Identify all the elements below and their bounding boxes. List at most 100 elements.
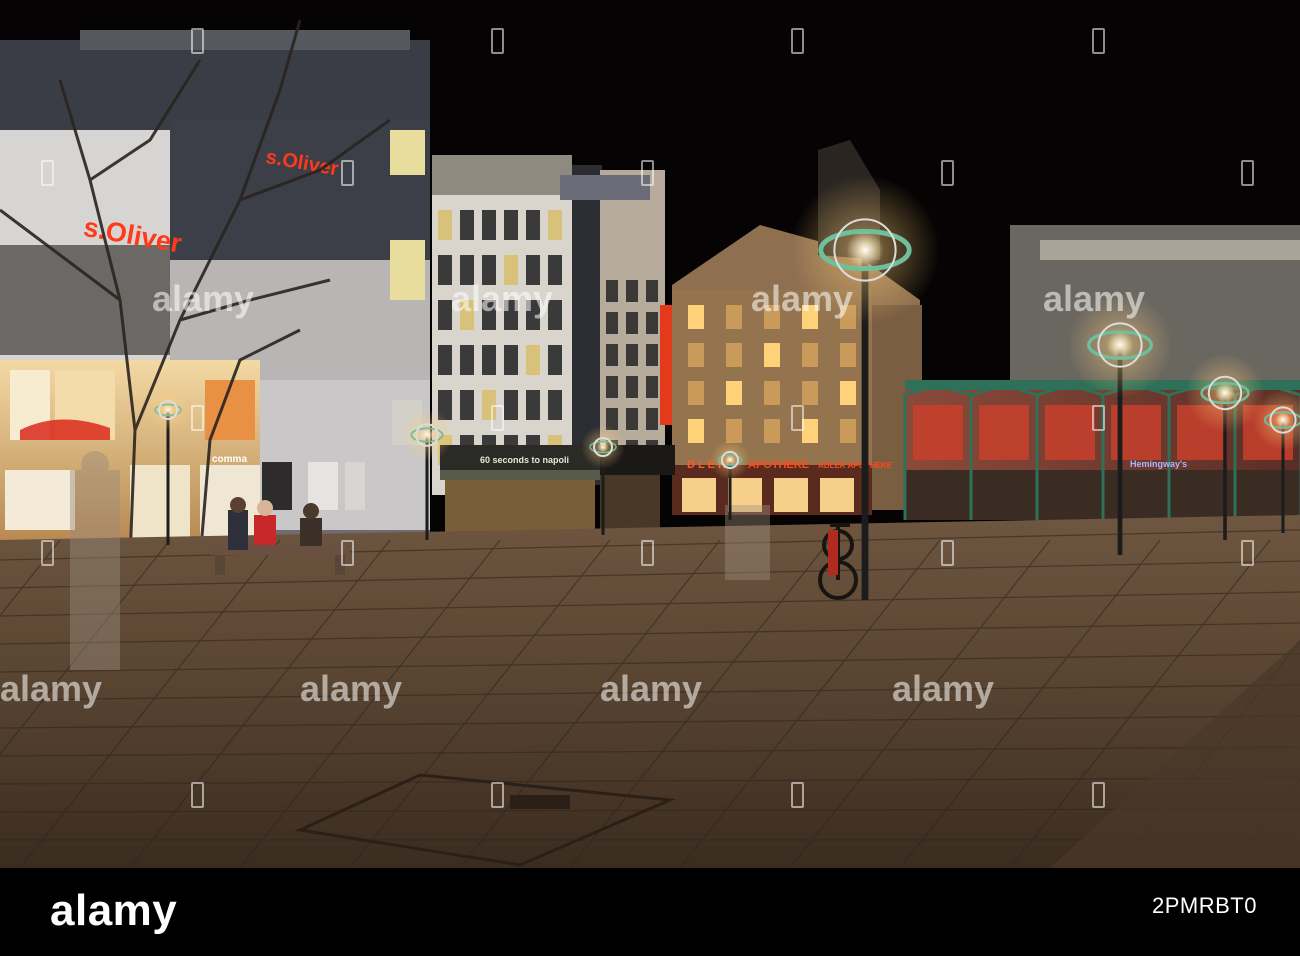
pharmacy-window	[840, 381, 856, 405]
watermark-mark-icon	[341, 540, 354, 566]
watermark-mark-icon	[191, 405, 204, 431]
pharmacy-window	[764, 343, 780, 367]
office-window	[646, 344, 658, 366]
office-window	[606, 312, 618, 334]
watermark-mark-icon	[1092, 405, 1105, 431]
lamp-bulb	[597, 441, 609, 453]
watermark-text: alamy	[892, 668, 995, 709]
watermark-mark-icon	[641, 540, 654, 566]
watermark-mark-icon	[191, 28, 204, 54]
watermark-mark-icon	[1241, 160, 1254, 186]
pharmacy-window	[802, 381, 818, 405]
watermark-mark-icon	[1092, 782, 1105, 808]
lamp-bulb	[725, 455, 735, 465]
office-window	[548, 210, 562, 240]
office-window	[504, 210, 518, 240]
watermark-mark-icon	[941, 540, 954, 566]
watermark-mark-icon	[41, 160, 54, 186]
pharmacy-shop-window	[774, 478, 808, 512]
cafe-sign: 60 seconds to napoli	[480, 455, 569, 465]
bar-sign: Hemingway's	[1130, 459, 1187, 469]
office-window	[626, 312, 638, 334]
drain-grate	[510, 795, 570, 809]
watermark-text: alamy	[152, 278, 255, 319]
pharmacy-window	[688, 419, 704, 443]
office-window	[438, 345, 452, 375]
watermark-mark-icon	[941, 160, 954, 186]
watermark-text: alamy	[451, 278, 554, 319]
watermark-mark-icon	[491, 28, 504, 54]
watermark-mark-icon	[791, 28, 804, 54]
lamp-bulb	[420, 428, 434, 442]
footer-logo: alamy	[50, 886, 178, 935]
office-window	[504, 345, 518, 375]
photo-stage: s.Oliver s.Oliver comma D L E R APOTHEKE…	[0, 0, 1300, 956]
watermark-mark-icon	[41, 540, 54, 566]
watermark-text: alamy	[600, 668, 703, 709]
office-window	[606, 280, 618, 302]
arch-panel	[913, 405, 963, 460]
watermark-text: alamy	[300, 668, 403, 709]
office-window	[626, 344, 638, 366]
office-window	[460, 345, 474, 375]
office-window	[548, 390, 562, 420]
office-window	[548, 345, 562, 375]
lamp-bulb	[1275, 412, 1291, 428]
pharmacy-window	[688, 381, 704, 405]
watermark-mark-icon	[791, 782, 804, 808]
office-window	[626, 408, 638, 430]
pharmacy-window	[726, 343, 742, 367]
arch-panel	[1045, 405, 1095, 460]
office-window	[504, 390, 518, 420]
pharmacy-window	[764, 381, 780, 405]
pharmacy-window	[726, 381, 742, 405]
office-window	[460, 390, 474, 420]
pharmacy-window	[688, 343, 704, 367]
office-window	[526, 345, 540, 375]
watermark-mark-icon	[341, 160, 354, 186]
office-window	[626, 280, 638, 302]
office-window	[438, 300, 452, 330]
watermark-mark-icon	[191, 782, 204, 808]
watermark-text: alamy	[751, 278, 854, 319]
office-window	[482, 345, 496, 375]
pharmacy-window	[726, 305, 742, 329]
watermark-mark-icon	[1092, 28, 1105, 54]
watermark-footer	[0, 868, 1300, 956]
lamp-bulb	[1106, 331, 1134, 359]
motion-blur-walker-center	[725, 505, 770, 580]
watermark-text: alamy	[0, 668, 103, 709]
adler-apotheke-right-sign: ADLER APOTHEKE	[818, 461, 893, 470]
pharmacy-shop-window	[682, 478, 716, 512]
office-window	[482, 210, 496, 240]
office-window	[526, 210, 540, 240]
comma-sign: comma	[212, 454, 247, 465]
office-window	[646, 408, 658, 430]
pharmacy-shop-window	[820, 478, 854, 512]
office-window	[646, 376, 658, 398]
motion-blur-walker	[70, 451, 120, 670]
office-window	[646, 312, 658, 334]
apotheke-sign: APOTHEKE	[748, 459, 809, 471]
office-window	[460, 210, 474, 240]
watermark-mark-icon	[1241, 540, 1254, 566]
watermark-mark-icon	[791, 405, 804, 431]
bicycle-bag	[828, 530, 838, 575]
night-square-photo: s.Oliver s.Oliver comma D L E R APOTHEKE…	[0, 0, 1300, 868]
watermark-mark-icon	[641, 160, 654, 186]
watermark-mark-icon	[491, 405, 504, 431]
pharmacy-window	[840, 343, 856, 367]
pharmacy-window	[726, 419, 742, 443]
office-window	[606, 344, 618, 366]
watermark-mark-icon	[491, 782, 504, 808]
lamp-bulb	[1215, 383, 1235, 403]
office-window	[646, 280, 658, 302]
arch-panel	[979, 405, 1029, 460]
watermark-text: alamy	[1043, 278, 1146, 319]
lamp-bulb	[846, 231, 884, 269]
office-window	[438, 210, 452, 240]
office-window	[626, 376, 638, 398]
pharmacy-window	[840, 419, 856, 443]
pharmacy-window	[688, 305, 704, 329]
image-id: 2PMRBT0	[1152, 893, 1257, 918]
